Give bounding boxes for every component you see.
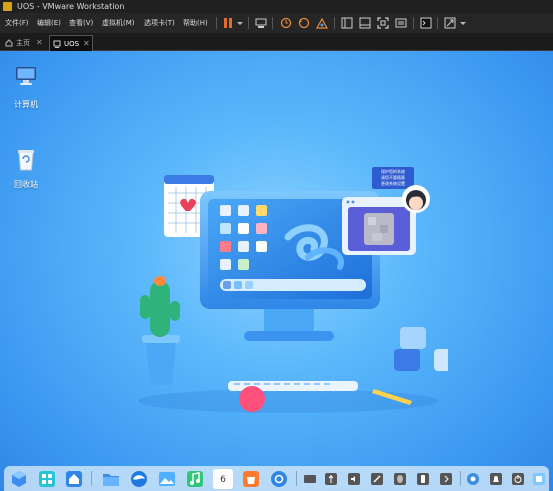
menu-bar: 文件(F) 编辑(E) 查看(V) 虚拟机(M) 选项卡(T) 帮助(H)	[0, 13, 553, 33]
phone-icon[interactable]	[416, 472, 430, 486]
pen-icon[interactable]	[370, 472, 384, 486]
toolbar-separator	[334, 17, 335, 29]
power-icon[interactable]	[511, 472, 525, 486]
tab-uos-label: UOS	[64, 40, 80, 48]
home-folder-icon[interactable]	[64, 469, 84, 489]
menu-file[interactable]: 文件(F)	[5, 13, 29, 33]
unity-view-icon[interactable]	[358, 16, 372, 30]
vm-icon	[53, 40, 61, 48]
menu-help[interactable]: 帮助(H)	[183, 13, 208, 33]
home-icon	[5, 39, 13, 47]
toolbar-separator	[248, 17, 249, 29]
toolbar-separator	[437, 17, 438, 29]
taskbar-dock: 6	[4, 466, 549, 491]
notification-icon[interactable]	[489, 472, 503, 486]
toolbar-separator	[413, 17, 414, 29]
volume-icon[interactable]	[347, 472, 361, 486]
calendar-day: 6	[220, 475, 226, 485]
desktop-icon-label: 回收站	[14, 180, 38, 189]
settings-icon[interactable]	[269, 469, 289, 489]
usb-icon[interactable]	[324, 472, 338, 486]
vmware-app-icon	[3, 2, 12, 11]
console-view-icon[interactable]	[419, 16, 433, 30]
music-icon[interactable]	[185, 469, 205, 489]
library-view-icon[interactable]	[340, 16, 354, 30]
menu-edit[interactable]: 编辑(E)	[37, 13, 61, 33]
menu-vm[interactable]: 虚拟机(M)	[102, 13, 135, 33]
menu-tabs[interactable]: 选项卡(T)	[144, 13, 175, 33]
send-ctrl-alt-del-icon[interactable]	[254, 16, 268, 30]
bubble-line-1: 保护您的系统	[381, 168, 405, 174]
expand-arrow-icon[interactable]	[439, 472, 453, 486]
image-viewer-icon[interactable]	[157, 469, 177, 489]
fit-guest-icon[interactable]	[394, 16, 408, 30]
calendar-icon[interactable]: 6	[213, 469, 233, 489]
dropdown-arrow-icon[interactable]	[456, 16, 470, 30]
guest-desktop[interactable]: 计算机 回收站 保护您的系统 请您不要随意 更改系统设置 6	[0, 51, 553, 491]
show-desktop-icon[interactable]	[532, 472, 546, 486]
avatar	[402, 185, 430, 213]
tab-home-label: 主页	[16, 39, 30, 47]
snapshot-manager-icon[interactable]	[315, 16, 329, 30]
tab-close-icon[interactable]: ✕	[83, 36, 90, 52]
dock-separator	[296, 471, 297, 486]
bubble-line-2: 请您不要随意	[381, 174, 405, 180]
bubble-line-3: 更改系统设置	[381, 180, 405, 186]
window-title: UOS - VMware Workstation	[17, 2, 125, 11]
notice-bubble: 保护您的系统 请您不要随意 更改系统设置	[372, 167, 414, 189]
tab-home[interactable]: 主页 ✕	[2, 35, 46, 51]
dropdown-arrow-icon[interactable]	[233, 16, 247, 30]
file-manager-icon[interactable]	[101, 469, 121, 489]
revert-snapshot-icon[interactable]	[297, 16, 311, 30]
launcher-icon[interactable]	[37, 469, 57, 489]
menu-view[interactable]: 查看(V)	[69, 13, 93, 33]
desktop-icon-label: 计算机	[14, 100, 38, 109]
tab-close-icon[interactable]: ✕	[36, 35, 43, 51]
toolbar-separator	[272, 17, 273, 29]
trash-icon	[18, 150, 34, 171]
multitasking-view-icon[interactable]	[9, 469, 29, 489]
vm-tab-bar: 主页 ✕ UOS ✕	[0, 33, 553, 51]
toolbar-separator	[216, 17, 217, 29]
mouse-icon[interactable]	[393, 472, 407, 486]
tab-uos[interactable]: UOS ✕	[49, 35, 93, 51]
cactus-plant	[140, 276, 180, 385]
wallpaper-illustration: 保护您的系统 请您不要随意 更改系统设置	[138, 167, 448, 413]
window-title-bar: UOS - VMware Workstation	[0, 0, 553, 13]
onboard-icon[interactable]	[466, 472, 480, 486]
computer-icon	[16, 67, 36, 85]
dock-separator	[91, 471, 92, 486]
fullscreen-icon[interactable]	[376, 16, 390, 30]
stretch-view-icon[interactable]	[443, 16, 457, 30]
snapshot-icon[interactable]	[279, 16, 293, 30]
app-store-icon[interactable]	[241, 469, 261, 489]
browser-icon[interactable]	[129, 469, 149, 489]
keyboard-icon[interactable]	[303, 472, 317, 486]
dock-separator	[460, 471, 461, 486]
